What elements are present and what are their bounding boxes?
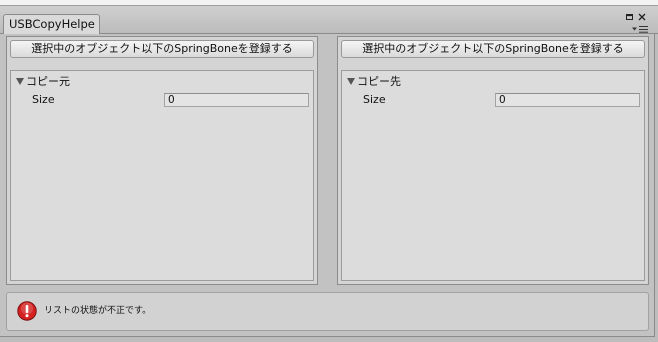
destination-list-box: コピー先 Size (341, 70, 645, 281)
foldout-arrow-icon[interactable] (347, 78, 355, 85)
close-icon[interactable] (638, 13, 646, 21)
maximize-icon[interactable] (626, 14, 633, 21)
source-list-box: コピー元 Size (10, 70, 314, 281)
size-label: Size (363, 93, 386, 106)
foldout-copy-destination[interactable]: コピー先 (347, 75, 467, 89)
error-icon (17, 301, 37, 321)
window-tab[interactable]: USBCopyHelpe (3, 14, 100, 35)
context-menu-icon[interactable] (632, 25, 648, 33)
error-message: リストの状態が不正です。 (44, 306, 152, 316)
size-field[interactable] (495, 93, 640, 107)
foldout-copy-source[interactable]: コピー元 (16, 75, 136, 89)
destination-panel: 選択中のオブジェクト以下のSpringBoneを登録する コピー先 Size (337, 36, 649, 285)
foldout-arrow-icon[interactable] (16, 78, 24, 85)
foldout-label: コピー元 (26, 75, 70, 88)
register-springbone-button[interactable]: 選択中のオブジェクト以下のSpringBoneを登録する (10, 40, 314, 58)
foldout-label: コピー先 (357, 75, 401, 88)
size-label: Size (32, 93, 55, 106)
size-field[interactable] (164, 93, 309, 107)
source-panel: 選択中のオブジェクト以下のSpringBoneを登録する コピー元 Size (6, 36, 318, 285)
error-help-box: リストの状態が不正です。 (6, 292, 649, 331)
register-springbone-button[interactable]: 選択中のオブジェクト以下のSpringBoneを登録する (341, 40, 645, 58)
